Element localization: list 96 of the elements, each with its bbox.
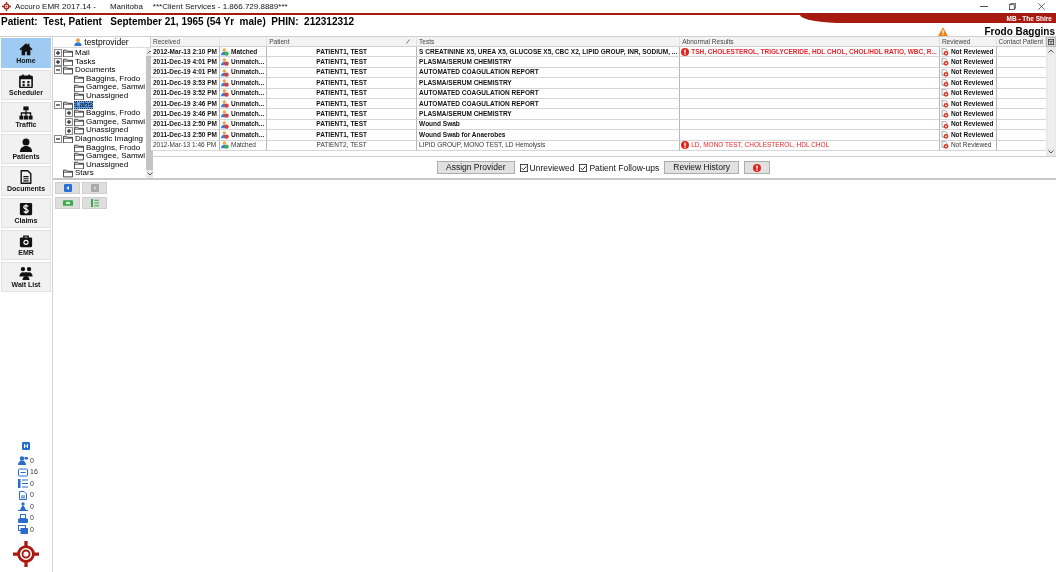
tree-item[interactable]: Gamgee, Samwi (85, 83, 147, 92)
tree-item[interactable]: Baggins, Frodo (85, 74, 142, 84)
tree-item[interactable]: Baggins, Frodo (85, 143, 142, 153)
checkbox[interactable] (579, 163, 588, 172)
chat-icon[interactable] (18, 525, 28, 534)
folder-icon (63, 169, 73, 178)
card-button[interactable] (55, 197, 80, 209)
alert-icon[interactable] (753, 163, 761, 172)
folder-icon (74, 83, 84, 92)
calendar-icon (19, 73, 33, 88)
folder-icon (74, 160, 84, 170)
folder-icon (74, 74, 84, 84)
plus-box-icon[interactable] (54, 57, 62, 66)
document-badge-icon (940, 89, 949, 98)
minus-box-icon[interactable] (54, 66, 62, 75)
tree-item[interactable]: Labs (74, 100, 94, 110)
tree-item[interactable]: Diagnostic Imaging (74, 135, 145, 144)
restore-icon[interactable] (1009, 3, 1016, 10)
h-square-icon[interactable] (22, 441, 30, 450)
tree-item[interactable]: Tasks (74, 57, 97, 67)
person-icon (19, 137, 33, 152)
plus-box-icon[interactable] (54, 49, 62, 58)
document-badge-icon (940, 110, 949, 119)
checkbox-label[interactable]: Patient Follow-ups (589, 162, 660, 173)
tree-item[interactable]: Unassigned (85, 126, 130, 135)
document-badge-icon (940, 79, 949, 87)
plus-box-icon[interactable] (65, 109, 73, 118)
folder-icon (63, 135, 73, 144)
folder-icon (63, 49, 73, 58)
person-icon[interactable] (18, 456, 28, 465)
tree-item[interactable]: Stars (74, 169, 95, 178)
folder-icon (63, 100, 73, 109)
toolbar-button[interactable]: Assign Provider (437, 161, 515, 174)
chevron-down-icon[interactable] (146, 172, 153, 176)
plus-box-icon[interactable] (65, 126, 73, 135)
document-badge-icon (940, 58, 949, 67)
tree-item[interactable]: Unassigned (85, 160, 130, 170)
alert-button[interactable] (744, 161, 770, 174)
folder-icon (74, 109, 84, 118)
checkbox-label[interactable]: Unreviewed (529, 162, 575, 173)
tree-item[interactable]: Gamgee, Samwi (85, 152, 147, 161)
printer-icon[interactable] (18, 513, 28, 523)
folder-icon (74, 126, 84, 135)
document-icon[interactable] (18, 490, 28, 500)
folder-icon (74, 117, 84, 127)
medical-bag-icon (19, 233, 33, 248)
tree-item[interactable]: Unassigned (85, 92, 130, 101)
org-chart-icon (19, 105, 33, 120)
minus-box-icon[interactable] (54, 100, 62, 109)
people-icon (19, 265, 33, 280)
alert-icon (681, 141, 690, 150)
stamp-icon[interactable] (18, 502, 28, 511)
folder-icon (74, 92, 84, 101)
document-badge-icon (940, 99, 949, 108)
region-label: Manitoba (109, 2, 143, 11)
tree-item[interactable]: Documents (74, 66, 117, 75)
folder-icon (74, 143, 84, 152)
support-phone-text: ***Client Services - 1.866.729.8889*** (152, 2, 288, 11)
folder-icon (63, 57, 73, 67)
document-badge-icon (940, 47, 949, 56)
folder-icon (74, 152, 84, 161)
plus-box-icon[interactable] (65, 118, 73, 127)
left-triangle-icon[interactable] (63, 184, 72, 192)
list-icon[interactable] (18, 479, 28, 488)
minus-box-icon[interactable] (54, 135, 62, 144)
tree-item[interactable]: Gamgee, Samwi (85, 117, 147, 127)
crosshair-logo (13, 541, 39, 567)
tree-item[interactable]: Baggins, Frodo (85, 109, 142, 118)
target-icon (2, 2, 11, 11)
chevron-down-icon[interactable] (1048, 150, 1054, 154)
provider-name: Frodo Baggins (984, 26, 1056, 37)
toolbar-button[interactable]: Review History (664, 161, 739, 174)
chevron-up-icon[interactable] (1048, 49, 1054, 53)
user-icon (74, 38, 83, 46)
minimize-icon[interactable] (979, 6, 988, 7)
alert-icon (681, 47, 690, 56)
document-badge-icon (940, 120, 949, 129)
home-icon (19, 41, 33, 56)
tree-item[interactable]: Mail (74, 49, 91, 58)
window-title: Accuro EMR 2017.14 - (15, 2, 96, 11)
back-button[interactable] (55, 182, 80, 194)
dollar-icon (19, 201, 33, 216)
scrollbar-track[interactable] (1046, 37, 1056, 156)
patient-header: Patient: Test, Patient September 21, 1965 (54 Yr male) PHIN: 212312312 (0, 15, 355, 27)
folder-icon (63, 66, 73, 75)
document-badge-icon (940, 141, 949, 150)
card-icon[interactable] (62, 200, 73, 206)
provider-label: testprovider (84, 37, 129, 47)
close-icon[interactable] (1038, 3, 1045, 10)
document-badge-icon (940, 68, 949, 77)
scrollbar-thumb[interactable] (1047, 55, 1055, 148)
chevron-up-icon[interactable] (146, 50, 153, 54)
envelope-icon[interactable] (18, 467, 28, 477)
document-badge-icon (940, 130, 949, 139)
document-icon (19, 169, 33, 184)
checkbox[interactable] (519, 163, 528, 172)
